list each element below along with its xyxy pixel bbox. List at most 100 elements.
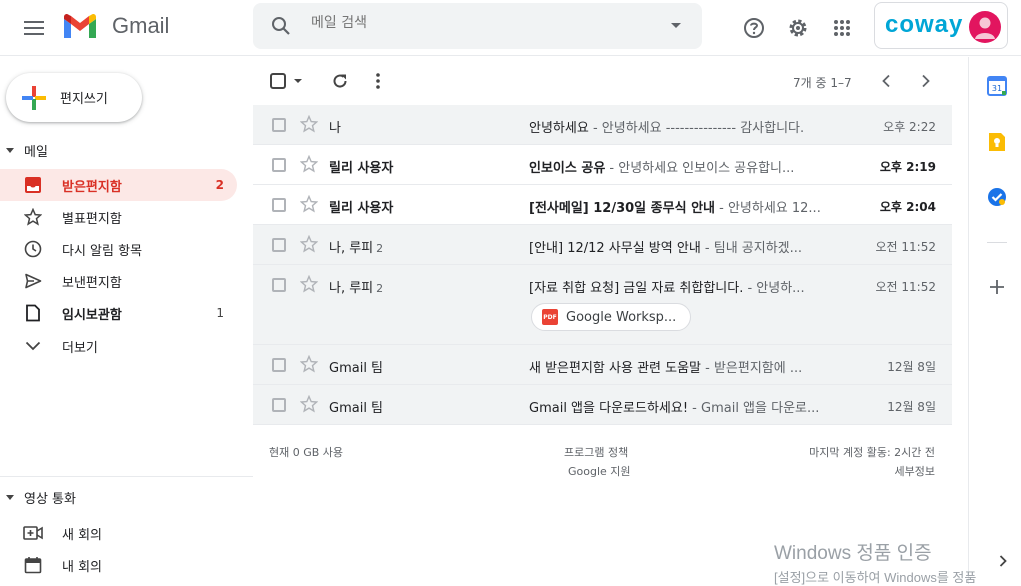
mail-section-header[interactable]: 메일 xyxy=(0,139,48,161)
help-button[interactable] xyxy=(738,12,770,44)
email-sender: Gmail 팀 xyxy=(329,361,384,376)
settings-button[interactable] xyxy=(782,12,814,44)
watermark-title: Windows 정품 인증 xyxy=(774,543,932,564)
star-icon[interactable] xyxy=(300,275,318,293)
compose-label: 편지쓰기 xyxy=(60,92,108,107)
star-icon[interactable] xyxy=(300,395,318,413)
hamburger-icon xyxy=(24,21,44,35)
sidebar-item-sent[interactable]: 보낸편지함 xyxy=(0,265,237,297)
row-checkbox[interactable] xyxy=(272,118,286,132)
star-icon[interactable] xyxy=(300,155,318,173)
expand-panel-button[interactable] xyxy=(991,549,1015,573)
chevron-right-icon xyxy=(999,555,1007,567)
row-checkbox[interactable] xyxy=(272,278,286,292)
row-checkbox[interactable] xyxy=(272,398,286,412)
star-icon[interactable] xyxy=(300,115,318,133)
row-checkbox[interactable] xyxy=(272,358,286,372)
my-meetings-item[interactable]: 내 회의 xyxy=(0,549,237,581)
email-row[interactable]: 나, 루피 2 [자료 취합 요청] 금일 자료 취합합니다. - 안녕하... … xyxy=(253,265,952,345)
apps-button[interactable] xyxy=(826,12,858,44)
meet-section-label: 영상 통화 xyxy=(24,491,76,507)
sidebar-item-drafts[interactable]: 임시보관함 1 xyxy=(0,297,237,329)
email-row[interactable]: 나 안녕하세요 - 안녕하세요 --------------- 감사합니다. 오… xyxy=(253,105,952,145)
email-row[interactable]: Gmail 팀 Gmail 앱을 다운로드하세요! - Gmail 앱을 다운로… xyxy=(253,385,952,425)
collapse-triangle-icon xyxy=(6,147,14,153)
avatar[interactable] xyxy=(969,11,1001,43)
thread-count: 2 xyxy=(376,282,384,295)
google-support-link[interactable]: Google 지원 xyxy=(568,463,631,479)
search-bar[interactable] xyxy=(253,3,702,49)
row-checkbox[interactable] xyxy=(272,158,286,172)
inbox-icon xyxy=(23,175,43,195)
program-policy-link[interactable]: 프로그램 정책 xyxy=(564,444,628,460)
sidebar-item-starred[interactable]: 별표편지함 xyxy=(0,201,237,233)
search-input[interactable] xyxy=(311,15,611,31)
windows-activation-watermark: Windows 정품 인증 [설정]으로 이동하여 Windows를 정품 xyxy=(774,538,976,586)
google-keep-icon xyxy=(989,133,1005,151)
attachment-name: Google Worksp... xyxy=(566,309,677,325)
email-row[interactable]: 릴리 사용자 [전사메일] 12/30일 종무식 안내 - 안녕하세요 12..… xyxy=(253,185,952,225)
email-row[interactable]: 릴리 사용자 인보이스 공유 - 안녕하세요 인보이스 공유합니... 오후 2… xyxy=(253,145,952,185)
sidebar-item-more[interactable]: 더보기 xyxy=(0,330,237,362)
email-subject: 새 받은편지함 사용 관련 도움말 - 받은편지함에 ... xyxy=(529,361,803,376)
clock-icon xyxy=(23,239,43,259)
compose-button[interactable]: 편지쓰기 xyxy=(6,73,142,122)
tasks-app-button[interactable] xyxy=(985,185,1009,209)
sidebar-item-label: 임시보관함 xyxy=(62,307,122,323)
next-page-button[interactable] xyxy=(912,67,940,95)
new-meeting-item[interactable]: 새 회의 xyxy=(0,517,237,549)
email-row[interactable]: 나, 루피 2 [안내] 12/12 사무실 방역 안내 - 팀내 공지하겠...… xyxy=(253,225,952,265)
email-sender: 나, 루피 2 xyxy=(329,241,384,256)
chevron-left-icon xyxy=(882,74,890,88)
keep-app-button[interactable] xyxy=(985,130,1009,154)
sidebar-divider xyxy=(0,476,253,477)
email-time: 12월 8일 xyxy=(887,360,936,374)
rail-divider xyxy=(987,242,1007,243)
email-subject: [안내] 12/12 사무실 방역 안내 - 팀내 공지하겠... xyxy=(529,241,803,256)
video-add-icon xyxy=(23,523,43,543)
mail-list-panel: 7개 중 1–7 나 안녕하세요 - 안녕하세요 ---------------… xyxy=(253,57,968,584)
details-link[interactable]: 세부정보 xyxy=(895,463,935,479)
chevron-down-icon xyxy=(23,336,43,356)
attachment-chip[interactable]: PDF Google Worksp... xyxy=(531,303,691,331)
email-sender: 릴리 사용자 xyxy=(329,201,394,216)
star-icon[interactable] xyxy=(300,355,318,373)
meet-section-header[interactable]: 영상 통화 xyxy=(0,486,76,508)
svg-text:31: 31 xyxy=(992,84,1002,93)
prev-page-button[interactable] xyxy=(872,67,900,95)
sidebar-item-label: 다시 알림 항목 xyxy=(62,243,143,259)
star-icon[interactable] xyxy=(300,195,318,213)
sidebar-item-label: 받은편지함 xyxy=(62,179,122,195)
calendar-app-button[interactable]: 31 xyxy=(985,74,1009,98)
email-snippet: - 안녕하세요 12... xyxy=(715,201,821,216)
checkbox-icon xyxy=(270,73,302,89)
sidebar-item-inbox[interactable]: 받은편지함 2 xyxy=(0,169,237,201)
more-actions-button[interactable] xyxy=(364,67,392,95)
email-subject: Gmail 앱을 다운로드하세요! - Gmail 앱을 다운로... xyxy=(529,401,820,416)
row-checkbox[interactable] xyxy=(272,238,286,252)
account-switcher[interactable]: coway xyxy=(874,2,1008,49)
main-menu-button[interactable] xyxy=(14,8,54,48)
google-tasks-icon xyxy=(988,188,1006,206)
email-snippet: - 안녕하... xyxy=(743,281,805,296)
search-options-icon[interactable] xyxy=(670,23,682,29)
calendar-icon xyxy=(23,555,43,575)
storage-usage: 현재 0 GB 사용 xyxy=(269,446,344,459)
plus-icon xyxy=(990,280,1004,294)
gmail-m-icon xyxy=(64,13,96,38)
refresh-button[interactable] xyxy=(326,67,354,95)
help-icon xyxy=(744,18,764,38)
sidebar-item-snoozed[interactable]: 다시 알림 항목 xyxy=(0,233,237,265)
user-icon xyxy=(975,17,995,39)
email-snippet: - 안녕하세요 인보이스 공유합니... xyxy=(605,161,795,176)
thread-count: 2 xyxy=(376,242,384,255)
search-icon[interactable] xyxy=(269,14,293,38)
refresh-icon xyxy=(333,74,347,88)
gmail-logo[interactable]: Gmail xyxy=(62,12,169,40)
row-checkbox[interactable] xyxy=(272,198,286,212)
star-icon[interactable] xyxy=(300,235,318,253)
add-addon-button[interactable] xyxy=(985,275,1009,299)
email-row[interactable]: Gmail 팀 새 받은편지함 사용 관련 도움말 - 받은편지함에 ... 1… xyxy=(253,345,952,385)
side-panel-rail: 31 xyxy=(968,57,1021,584)
select-all-button[interactable] xyxy=(267,67,307,95)
